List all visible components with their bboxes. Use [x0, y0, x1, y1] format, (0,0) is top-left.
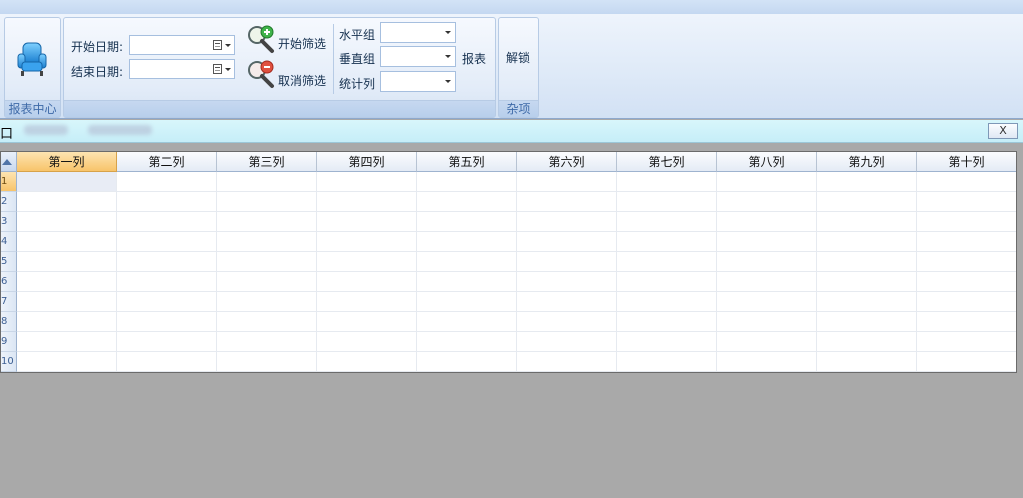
- vertical-group-select[interactable]: [380, 46, 456, 67]
- row-header[interactable]: 10: [1, 352, 17, 372]
- tab-report-2[interactable]: [88, 125, 152, 135]
- row-header[interactable]: 8: [1, 312, 17, 332]
- tab-prefix: 口: [0, 127, 14, 142]
- column-header[interactable]: 第七列: [617, 152, 717, 172]
- report-center-group: 报表中心: [4, 17, 61, 118]
- start-date-label: 开始日期:: [71, 40, 124, 54]
- column-gridline: [216, 172, 217, 372]
- tab-report-1[interactable]: [24, 125, 68, 135]
- document-tab-bar: 口 X: [0, 120, 1023, 143]
- column-gridline: [116, 172, 117, 372]
- vertical-group-label: 垂直组: [339, 52, 376, 66]
- close-tab-button[interactable]: X: [988, 123, 1018, 139]
- column-gridline: [916, 172, 917, 372]
- separator: [333, 24, 334, 94]
- row-header[interactable]: 9: [1, 332, 17, 352]
- filter-group-label: [64, 100, 495, 117]
- stat-column-label: 统计列: [339, 77, 376, 91]
- column-gridline: [516, 172, 517, 372]
- report-button[interactable]: 报表: [462, 50, 486, 67]
- row-header[interactable]: 7: [1, 292, 17, 312]
- start-filter-label: 开始筛选: [278, 37, 327, 51]
- column-header[interactable]: 第一列: [17, 152, 117, 172]
- column-header[interactable]: 第十列: [917, 152, 1016, 172]
- calendar-icon[interactable]: [213, 40, 222, 50]
- close-icon: X: [999, 124, 1007, 137]
- row-header[interactable]: 1: [1, 172, 17, 192]
- chevron-down-icon[interactable]: [225, 68, 231, 71]
- misc-group: 解锁 杂项: [498, 17, 539, 118]
- row-header[interactable]: 5: [1, 252, 17, 272]
- column-gridline: [1016, 172, 1017, 372]
- select-all-corner[interactable]: [1, 152, 17, 172]
- chevron-down-icon[interactable]: [445, 31, 451, 34]
- row-header[interactable]: 2: [1, 192, 17, 212]
- row-header[interactable]: 6: [1, 272, 17, 292]
- magnifier-remove-icon: [248, 60, 274, 88]
- unlock-button[interactable]: 解锁: [506, 49, 530, 66]
- column-header[interactable]: 第二列: [117, 152, 217, 172]
- title-strip: [0, 0, 1023, 14]
- horizontal-group-label: 水平组: [339, 28, 376, 42]
- magnifier-add-icon: [248, 25, 274, 53]
- end-date-field[interactable]: [129, 59, 235, 79]
- column-header[interactable]: 第三列: [217, 152, 317, 172]
- report-center-button[interactable]: [11, 36, 53, 82]
- chevron-down-icon[interactable]: [445, 55, 451, 58]
- chevron-down-icon[interactable]: [445, 80, 451, 83]
- data-grid[interactable]: 第一列 第二列 第三列 第四列 第五列 第六列 第七列 第八列 第九列 第十列 1 2 3 4 5 6 7 8 9 1…: [0, 151, 1017, 373]
- column-header[interactable]: 第八列: [717, 152, 817, 172]
- report-center-group-label: 报表中心: [5, 100, 60, 117]
- armchair-icon: [17, 42, 47, 76]
- row-header[interactable]: 4: [1, 232, 17, 252]
- column-gridline: [316, 172, 317, 372]
- start-filter-button[interactable]: 开始筛选: [244, 22, 332, 53]
- start-date-field[interactable]: [129, 35, 235, 55]
- column-gridline: [616, 172, 617, 372]
- ribbon: 报表中心 开始日期: 结束日期: 开始筛选 取消筛选 水平组 垂直组 统计列 报…: [0, 14, 1023, 119]
- column-header[interactable]: 第四列: [317, 152, 417, 172]
- chevron-down-icon[interactable]: [225, 44, 231, 47]
- row-header[interactable]: 3: [1, 212, 17, 232]
- end-date-label: 结束日期:: [71, 65, 124, 79]
- column-header[interactable]: 第五列: [417, 152, 517, 172]
- column-gridline: [416, 172, 417, 372]
- column-header[interactable]: 第九列: [817, 152, 917, 172]
- cancel-filter-button[interactable]: 取消筛选: [244, 59, 332, 89]
- horizontal-group-select[interactable]: [380, 22, 456, 43]
- cancel-filter-label: 取消筛选: [278, 74, 327, 88]
- column-gridline: [816, 172, 817, 372]
- selected-cell[interactable]: [17, 172, 117, 192]
- calendar-icon[interactable]: [213, 64, 222, 74]
- filter-group: 开始日期: 结束日期: 开始筛选 取消筛选 水平组 垂直组 统计列 报表: [63, 17, 496, 118]
- misc-group-label: 杂项: [499, 100, 538, 117]
- stat-column-select[interactable]: [380, 71, 456, 92]
- column-header[interactable]: 第六列: [517, 152, 617, 172]
- column-gridline: [716, 172, 717, 372]
